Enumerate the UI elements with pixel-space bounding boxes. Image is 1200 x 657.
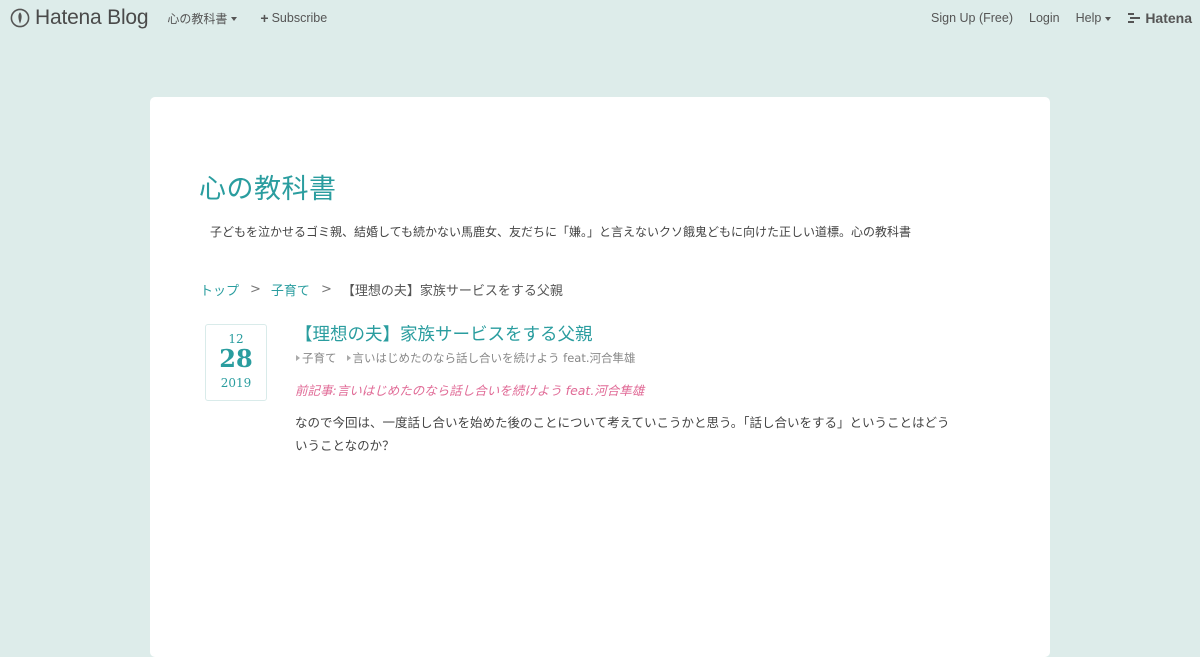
category-link[interactable]: 子育て [296,350,337,366]
category-label: 言いはじめたのなら話し合いを続けよう feat.河合隼雄 [352,351,636,365]
blog-title[interactable]: 心の教科書 [199,167,337,206]
blog-menu-label: 心の教科書 [167,11,228,26]
hatena-lines-icon [1128,13,1141,23]
breadcrumb: トップ > 子育て > 【理想の夫】家族サービスをする父親 [200,280,563,299]
breadcrumb-separator: > [250,282,261,297]
entry-categories: 子育て 言いはじめたのなら話し合いを続けよう feat.河合隼雄 [296,350,646,366]
chevron-down-icon [1105,16,1112,21]
category-label: 子育て [302,351,337,365]
category-link[interactable]: 言いはじめたのなら話し合いを続けよう feat.河合隼雄 [346,350,636,366]
hatena-logo[interactable]: Hatena [1128,10,1192,26]
subscribe-button[interactable]: + Subscribe [260,11,327,25]
signup-link[interactable]: Sign Up (Free) [931,11,1013,25]
login-link[interactable]: Login [1029,11,1060,25]
blog-description: 子どもを泣かせるゴミ親、結婚しても続かない馬鹿女、友だちに「嫌。」と言えないクソ… [210,225,912,239]
breadcrumb-separator: > [320,282,332,297]
hatena-blog-logo[interactable]: Hatena Blog [10,6,149,30]
hatena-blog-logo-icon [10,8,30,28]
entry-date[interactable]: 12 28 2019 [205,324,267,401]
entry-title-link[interactable]: 【理想の夫】家族サービスをする父親 [295,321,593,346]
entry-date-day: 28 [219,344,253,373]
triangle-right-icon [296,355,300,361]
entry-body-text: なので今回は、一度話し合いを始めた後のことについて考えていこうかと思う。「話し合… [295,415,950,453]
chevron-down-icon [231,16,238,21]
global-header: Hatena Blog 心の教科書 + Subscribe Sign Up (F… [0,0,1200,36]
previous-article-link[interactable]: 前記事:言いはじめたのなら話し合いを続けよう feat.河合隼雄 [295,380,644,399]
blog-menu-dropdown[interactable]: 心の教科書 [167,10,238,27]
hatena-logo-text: Hatena [1145,10,1192,26]
help-label: Help [1075,11,1102,25]
help-dropdown[interactable]: Help [1076,11,1112,25]
logo-text: Hatena Blog [35,6,149,29]
subscribe-label: Subscribe [271,11,328,25]
triangle-right-icon [346,355,351,361]
entry-date-year: 2019 [220,376,252,390]
global-header-left: Hatena Blog 心の教科書 + Subscribe [10,6,327,30]
main-content-card: 心の教科書 子どもを泣かせるゴミ親、結婚しても続かない馬鹿女、友だちに「嫌。」と… [150,97,1050,657]
plus-icon: + [260,10,269,26]
breadcrumb-category-link[interactable]: 子育て [271,280,310,299]
breadcrumb-top-link[interactable]: トップ [200,280,239,299]
global-header-right: Sign Up (Free) Login Help Hatena [931,6,1192,30]
breadcrumb-current: 【理想の夫】家族サービスをする父親 [341,284,563,299]
